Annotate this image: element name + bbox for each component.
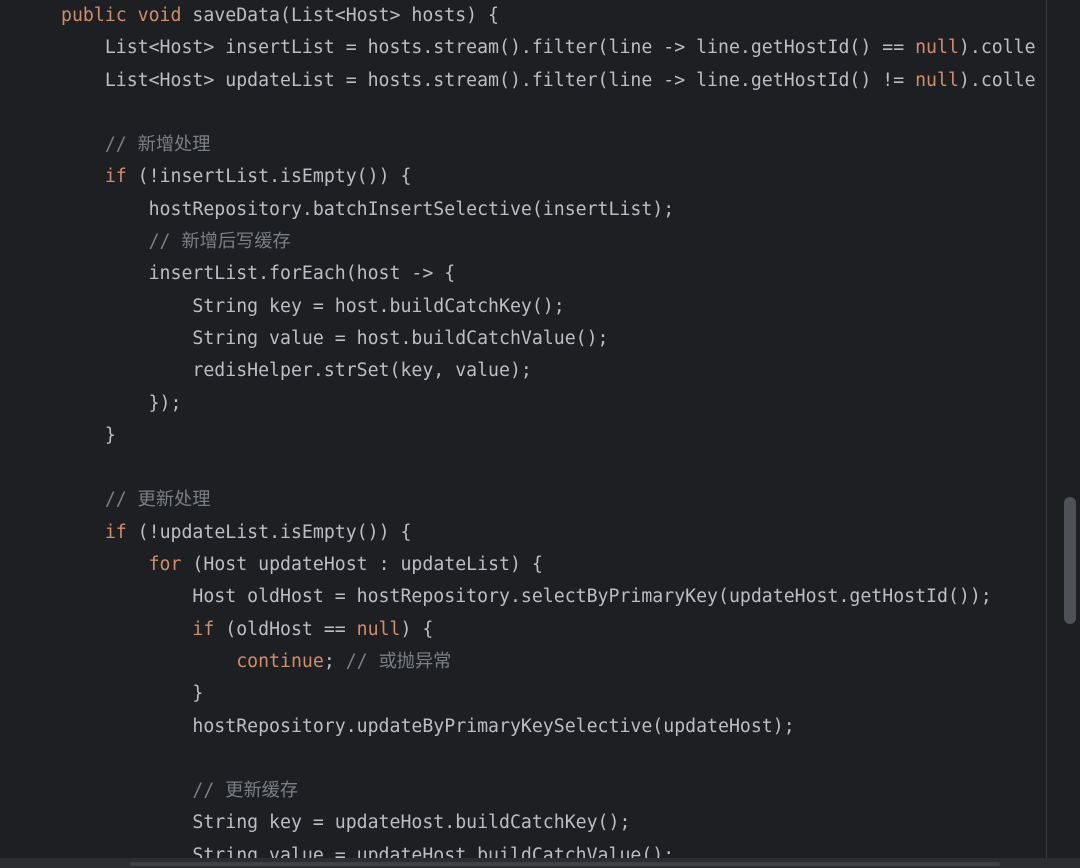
code-text: (!insertList.isEmpty()) { [137, 166, 412, 188]
code-line[interactable]: if (!insertList.isEmpty()) { [61, 161, 1046, 193]
code-text: (!updateList.isEmpty()) { [137, 521, 412, 543]
code-comment: // 新增后写缓存 [148, 231, 291, 253]
code-keyword: for [148, 554, 193, 576]
code-comment: // 或抛异常 [345, 650, 452, 672]
code-line[interactable]: Host oldHost = hostRepository.selectByPr… [61, 581, 1046, 613]
code-line[interactable]: insertList.forEach(host -> { [61, 258, 1046, 290]
code-keyword: null [356, 618, 401, 640]
code-editor[interactable]: public void saveData(List<Host> hosts) {… [0, 0, 1080, 868]
horizontal-scrollbar-thumb[interactable] [130, 862, 1000, 866]
code-line[interactable]: String key = updateHost.buildCatchKey(); [61, 807, 1046, 839]
code-line[interactable] [61, 743, 1046, 775]
code-line[interactable]: continue; // 或抛异常 [61, 646, 1046, 678]
code-keyword: if [104, 166, 138, 188]
code-keyword: null [915, 69, 959, 91]
code-text: }); [148, 392, 182, 414]
code-text: } [192, 683, 204, 705]
code-line[interactable]: // 新增后写缓存 [61, 226, 1046, 258]
code-text: Host oldHost = hostRepository.selectByPr… [192, 586, 992, 608]
code-text: redisHelper.strSet(key, value); [192, 360, 532, 382]
code-line[interactable]: List<Host> updateList = hosts.stream().f… [61, 65, 1046, 97]
code-comment: // 更新处理 [104, 489, 211, 511]
code-line[interactable] [61, 452, 1046, 484]
code-text: List<Host> insertList = hosts.stream().f… [104, 37, 916, 59]
code-text: (Host updateHost : updateList) { [192, 554, 543, 576]
code-text: hostRepository.updateByPrimaryKeySelecti… [192, 715, 795, 737]
code-line[interactable]: redisHelper.strSet(key, value); [61, 355, 1046, 387]
code-text: String key = host.buildCatchKey(); [192, 295, 565, 317]
code-line[interactable]: hostRepository.updateByPrimaryKeySelecti… [61, 711, 1046, 743]
code-text: hostRepository.batchInsertSelective(inse… [148, 198, 675, 220]
code-text: ; [323, 650, 346, 672]
code-keyword: if [104, 521, 138, 543]
code-line[interactable]: String value = host.buildCatchValue(); [61, 323, 1046, 355]
vertical-scrollbar[interactable] [1047, 0, 1080, 868]
code-keyword: if [192, 618, 226, 640]
code-line[interactable]: } [61, 678, 1046, 710]
code-text: saveData(List<Host> hosts) { [192, 5, 500, 26]
code-line[interactable]: if (oldHost == null) { [61, 614, 1046, 646]
code-line[interactable]: hostRepository.batchInsertSelective(inse… [61, 194, 1046, 226]
code-text: ).colle [958, 69, 1036, 91]
code-comment: // 更新缓存 [192, 780, 299, 802]
code-line[interactable]: // 新增处理 [61, 129, 1046, 161]
code-text: String value = host.buildCatchValue(); [192, 327, 609, 349]
code-line[interactable]: }); [61, 388, 1046, 420]
vertical-scrollbar-thumb[interactable] [1064, 497, 1076, 624]
code-keyword: null [915, 37, 959, 59]
code-text: List<Host> updateList = hosts.stream().f… [104, 69, 916, 91]
code-text: insertList.forEach(host -> { [148, 263, 456, 285]
code-text: ).colle [958, 37, 1036, 59]
code-line[interactable]: // 更新处理 [61, 484, 1046, 516]
code-line[interactable]: List<Host> insertList = hosts.stream().f… [61, 32, 1046, 64]
code-line[interactable]: // 更新缓存 [61, 775, 1046, 807]
code-text: String key = updateHost.buildCatchKey(); [192, 812, 631, 834]
code-comment: // 新增处理 [104, 134, 211, 156]
code-keyword: continue [236, 650, 324, 672]
code-text: ) { [400, 618, 434, 640]
code-line[interactable] [61, 97, 1046, 129]
code-keyword: public void [61, 5, 193, 26]
code-line[interactable]: public void saveData(List<Host> hosts) { [61, 0, 1046, 32]
code-line[interactable]: for (Host updateHost : updateList) { [61, 549, 1046, 581]
code-line[interactable]: String key = host.buildCatchKey(); [61, 291, 1046, 323]
code-text: (oldHost == [225, 618, 357, 640]
code-area[interactable]: public void saveData(List<Host> hosts) {… [61, 0, 1046, 868]
code-line[interactable]: } [61, 420, 1046, 452]
code-text: } [104, 424, 116, 446]
code-line[interactable]: if (!updateList.isEmpty()) { [61, 517, 1046, 549]
